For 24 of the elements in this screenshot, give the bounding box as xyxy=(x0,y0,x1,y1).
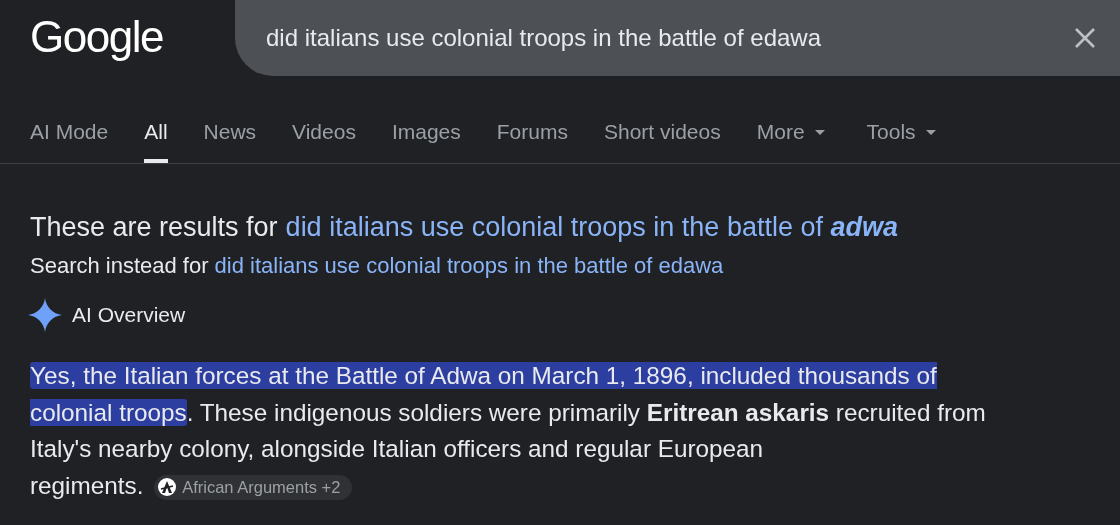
overview-text: Yes, the Italian forces at the Battle of Adwa on March 1, 1896, included thousands of colonial troops. These indigenous soldiers were primarily Eritrean askaris recruited from Italy's nearby colony, alongside Italian officers and regular European regiments. African Arguments +2 xyxy=(30,361,987,502)
close-icon[interactable] xyxy=(1074,27,1096,49)
tab[interactable]: Forums xyxy=(496,120,568,163)
search-instead-text: Search instead for xyxy=(30,253,209,279)
correction-text: These are results for xyxy=(30,212,278,243)
ai-overview-label: AI Overview xyxy=(72,303,186,327)
tab[interactable]: AI Mode xyxy=(30,120,109,163)
tab[interactable]: All xyxy=(144,120,168,163)
search-input[interactable]: did italians use colonial troops in the battle of edawa xyxy=(266,24,1064,52)
tab[interactable]: Images xyxy=(391,120,461,163)
tab[interactable]: Tools xyxy=(866,120,936,163)
tab[interactable]: More xyxy=(756,120,825,163)
sparkle-icon xyxy=(28,298,62,332)
original-query-link[interactable]: did italians use colonial troops in the battle of edawa xyxy=(214,253,724,279)
caret-icon xyxy=(814,129,825,135)
tab[interactable]: Videos xyxy=(292,120,356,163)
caret-icon xyxy=(925,129,936,135)
logo[interactable]: Google xyxy=(30,12,235,62)
corrected-query-link[interactable]: did italians use colonial troops in the battle of adwa xyxy=(285,212,898,243)
source-logo-icon xyxy=(158,478,177,497)
source-chip[interactable]: African Arguments +2 xyxy=(154,474,353,500)
tab[interactable]: Short videos xyxy=(604,120,721,163)
search-bar[interactable]: did italians use colonial troops in the battle of edawa xyxy=(235,0,1120,76)
tab[interactable]: News xyxy=(203,120,257,163)
